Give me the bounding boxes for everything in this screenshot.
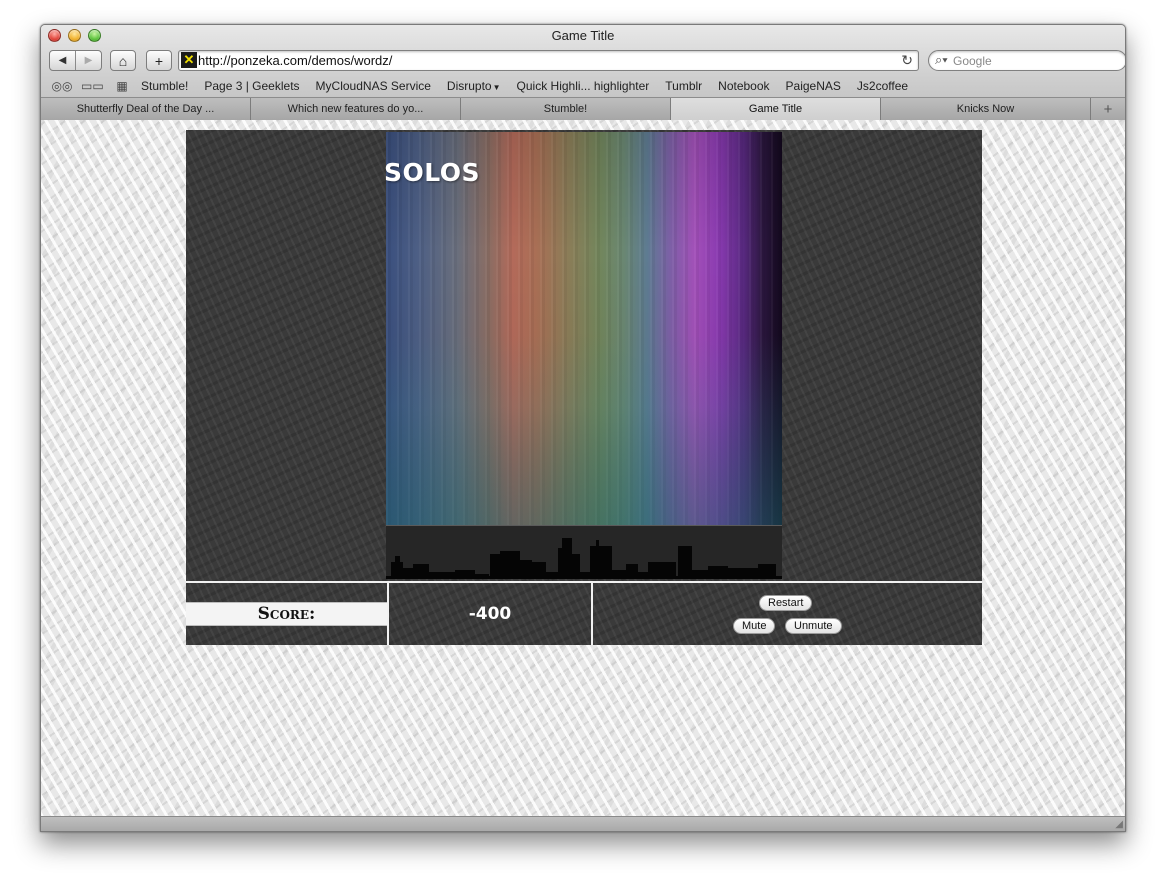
browser-chrome: Game Title ◀ ▶ ⌂ + ✕ http://ponzeka.com/… xyxy=(41,25,1125,120)
home-button[interactable]: ⌂ xyxy=(110,50,136,71)
site-favicon-icon: ✕ xyxy=(181,52,197,68)
top-sites-grid-icon[interactable]: ▦ xyxy=(111,79,133,93)
bookmark-folder-label: Disrupto xyxy=(446,79,492,93)
bookmark-quick-highlighter[interactable]: Quick Highli... highlighter xyxy=(517,79,650,93)
plus-icon: + xyxy=(154,52,164,69)
plus-icon: + xyxy=(1103,100,1113,118)
home-icon: ⌂ xyxy=(118,52,128,69)
status-bar: ◢ xyxy=(41,816,1125,831)
score-label: Score: xyxy=(186,602,387,626)
game-controls: Restart Mute Unmute xyxy=(593,583,982,645)
bookmarks-book-icon[interactable]: ▭▭ xyxy=(81,79,104,93)
tab-stumble[interactable]: Stumble! xyxy=(461,98,671,120)
tab-knicks-now[interactable]: Knicks Now xyxy=(881,98,1091,120)
history-nav: ◀ ▶ xyxy=(49,50,102,71)
toolbar: ◀ ▶ ⌂ + ✕ http://ponzeka.com/demos/wordz… xyxy=(49,49,1125,73)
resize-grip-icon[interactable]: ◢ xyxy=(1115,819,1123,830)
bookmark-geeklets[interactable]: Page 3 | Geeklets xyxy=(204,79,299,93)
tab-game-title[interactable]: Game Title xyxy=(671,98,881,120)
skyline-silhouette-icon xyxy=(386,526,782,579)
restart-button[interactable]: Restart xyxy=(759,595,813,611)
back-button[interactable]: ◀ xyxy=(50,51,75,70)
search-input[interactable] xyxy=(953,53,1118,68)
browser-window: Game Title ◀ ▶ ⌂ + ✕ http://ponzeka.com/… xyxy=(40,24,1126,832)
game-board: SOLOS Score: -400 Restart Mute Unmute xyxy=(186,130,982,645)
tab-new-features[interactable]: Which new features do yo... xyxy=(251,98,461,120)
reload-icon[interactable]: ↻ xyxy=(901,52,913,69)
score-value-cell: -400 xyxy=(389,583,593,645)
address-bar-url[interactable]: http://ponzeka.com/demos/wordz/ xyxy=(198,53,392,68)
window-title: Game Title xyxy=(551,28,615,43)
score-panel: Score: -400 Restart Mute Unmute xyxy=(186,581,982,645)
tab-bar: Shutterfly Deal of the Day ... Which new… xyxy=(41,97,1125,120)
add-bookmark-button[interactable]: + xyxy=(146,50,172,71)
falling-word[interactable]: SOLOS xyxy=(384,158,480,187)
page-viewport: SOLOS Score: -400 Restart Mute Unmute xyxy=(41,120,1125,817)
search-icon: ⌕▾ xyxy=(935,52,948,67)
bookmark-notebook[interactable]: Notebook xyxy=(718,79,769,93)
bookmark-js2coffee[interactable]: Js2coffee xyxy=(857,79,908,93)
score-value: -400 xyxy=(468,604,512,624)
unmute-button[interactable]: Unmute xyxy=(785,618,842,634)
reading-list-icon[interactable]: ◎◎ xyxy=(51,79,73,93)
dropdown-arrow-icon: ▼ xyxy=(492,83,501,92)
game-playfield[interactable] xyxy=(386,132,782,525)
search-field[interactable]: ⌕▾ xyxy=(928,50,1125,71)
bookmark-tumblr[interactable]: Tumblr xyxy=(665,79,702,93)
back-arrow-icon: ◀ xyxy=(58,55,67,66)
new-tab-button[interactable]: + xyxy=(1091,98,1125,120)
bookmark-paigenas[interactable]: PaigeNAS xyxy=(786,79,841,93)
bookmark-folder-disrupto[interactable]: Disrupto▼ xyxy=(447,79,501,93)
mute-button[interactable]: Mute xyxy=(733,618,776,634)
city-skyline xyxy=(386,525,782,579)
score-label-cell: Score: xyxy=(186,583,389,645)
bookmark-mycloudnas[interactable]: MyCloudNAS Service xyxy=(316,79,431,93)
bookmarks-bar: ◎◎ ▭▭ ▦ Stumble! Page 3 | Geeklets MyClo… xyxy=(51,77,1115,95)
tab-shutterfly[interactable]: Shutterfly Deal of the Day ... xyxy=(41,98,251,120)
forward-arrow-icon: ▶ xyxy=(84,55,93,66)
forward-button[interactable]: ▶ xyxy=(75,51,101,70)
address-bar[interactable]: ✕ http://ponzeka.com/demos/wordz/ ↻ xyxy=(178,50,919,71)
bookmark-stumble[interactable]: Stumble! xyxy=(141,79,188,93)
